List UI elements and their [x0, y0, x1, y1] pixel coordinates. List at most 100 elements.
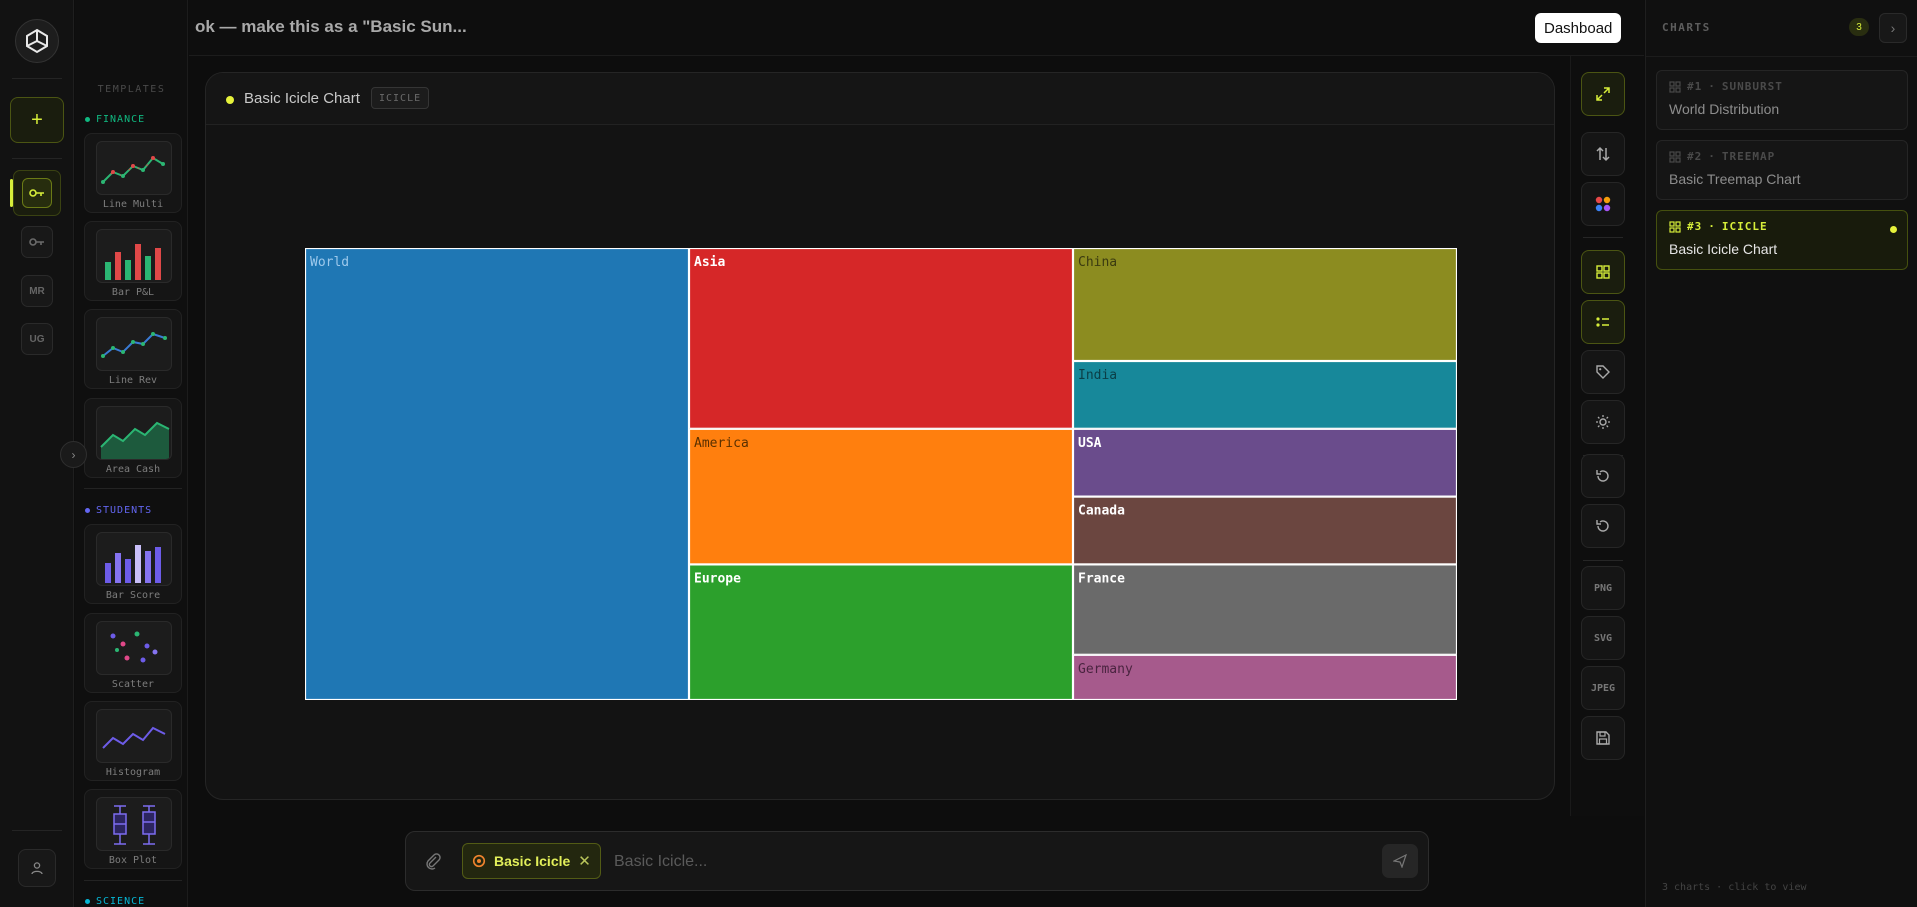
save-button[interactable] — [1581, 716, 1625, 760]
icicle-chart: World Asia China India America USA Canada Europ… — [305, 248, 1457, 700]
send-button[interactable] — [1382, 844, 1418, 878]
chart-number: #1 — [1687, 80, 1703, 93]
meta-separator: · — [1708, 150, 1716, 163]
chart-tools: PNG SVG JPEG — [1570, 56, 1644, 816]
template-thumbnail — [96, 141, 172, 195]
icicle-label-usa: USA — [1078, 436, 1102, 451]
workspace-ug[interactable]: UG — [21, 323, 53, 355]
app-logo[interactable] — [15, 19, 59, 63]
templates-title: TEMPLATES — [97, 84, 166, 95]
user-icon — [31, 862, 43, 875]
template-box-plot[interactable]: Box Plot — [84, 789, 182, 869]
chart-history-meta: #3 · ICICLE — [1669, 220, 1768, 233]
chart-number: #3 — [1687, 220, 1703, 233]
labels-toggle-button[interactable] — [1581, 350, 1625, 394]
icicle-label-europe: Europe — [694, 571, 741, 586]
template-label: Line Multi — [102, 199, 164, 210]
color-palette-button[interactable] — [1581, 182, 1625, 226]
icicle-label-china: China — [1078, 255, 1117, 270]
icicle-node-china[interactable] — [1072, 248, 1457, 362]
expand-icon — [1596, 87, 1610, 101]
category-students: STUDENTS — [85, 505, 152, 516]
icicle-node-usa[interactable] — [1072, 428, 1457, 497]
user-profile-button[interactable] — [18, 849, 56, 887]
template-thumbnail — [96, 406, 172, 460]
rail-divider — [12, 78, 62, 79]
logo-icon — [26, 28, 48, 54]
template-thumbnail — [96, 229, 172, 283]
workspace-mr[interactable]: MR — [21, 275, 53, 307]
prompt-input[interactable] — [614, 846, 1374, 878]
expand-templates-button[interactable]: › — [60, 441, 87, 468]
template-chip[interactable]: Basic Icicle ✕ — [462, 843, 601, 879]
chip-label: Basic Icicle — [494, 853, 571, 869]
charts-panel: CHARTS 3 › #1 · SUNBURST World Distributio… — [1645, 0, 1917, 907]
chart-history-item-1[interactable]: #1 · SUNBURST World Distribution — [1656, 70, 1908, 130]
template-histogram[interactable]: Histogram — [84, 701, 182, 781]
chart-canvas: Basic Icicle Chart ICICLE World Asia China… — [205, 72, 1555, 800]
icicle-label-canada: Canada — [1078, 504, 1125, 519]
chart-type: TREEMAP — [1721, 150, 1776, 163]
attach-icon[interactable] — [424, 852, 442, 870]
chart-history-item-3[interactable]: #3 · ICICLE Basic Icicle Chart — [1656, 210, 1908, 270]
export-png-button[interactable]: PNG — [1581, 566, 1625, 610]
theme-toggle-button[interactable] — [1581, 400, 1625, 444]
template-bar-pl[interactable]: Bar P&L — [84, 221, 182, 301]
chart-history-item-2[interactable]: #2 · TREEMAP Basic Treemap Chart — [1656, 140, 1908, 200]
icicle-node-india[interactable] — [1072, 360, 1457, 429]
fullscreen-button[interactable] — [1581, 72, 1625, 116]
template-thumbnail — [96, 621, 172, 675]
legend-toggle-button[interactable] — [1581, 300, 1625, 344]
template-area-cash[interactable]: Area Cash — [84, 398, 182, 478]
export-jpeg-button[interactable]: JPEG — [1581, 666, 1625, 710]
chart-title: Basic Icicle Chart — [244, 90, 360, 107]
new-chat-button[interactable]: + — [10, 97, 64, 143]
icicle-label-france: France — [1078, 571, 1125, 586]
template-line-rev[interactable]: Line Rev — [84, 309, 182, 389]
chart-header: Basic Icicle Chart ICICLE — [206, 73, 1554, 125]
key-icon — [29, 238, 44, 246]
conversation-title: ok — make this as a "Basic Sun... — [195, 17, 467, 36]
icicle-node-world[interactable] — [305, 248, 690, 700]
template-thumbnail — [96, 317, 172, 371]
chart-name: Basic Treemap Chart — [1669, 171, 1801, 187]
template-thumbnail — [96, 532, 172, 586]
grid-icon — [1596, 265, 1610, 279]
rail-divider — [12, 158, 62, 159]
chart-name: Basic Icicle Chart — [1669, 241, 1778, 257]
send-icon — [1393, 854, 1407, 868]
template-label: Box Plot — [108, 855, 158, 866]
icicle-node-canada[interactable] — [1072, 496, 1457, 565]
key-icon — [29, 189, 44, 197]
reset-icon — [1596, 520, 1609, 532]
icicle-node-asia[interactable] — [688, 248, 1074, 429]
chart-history-meta: #2 · TREEMAP — [1669, 150, 1775, 163]
icicle-node-europe[interactable] — [688, 564, 1074, 700]
target-icon — [472, 854, 486, 868]
swap-axes-button[interactable] — [1581, 132, 1625, 176]
collapse-panel-button[interactable]: › — [1879, 13, 1907, 43]
export-svg-button[interactable]: SVG — [1581, 616, 1625, 660]
category-label: STUDENTS — [96, 505, 153, 516]
chart-history-meta: #1 · SUNBURST — [1669, 80, 1783, 93]
template-scatter[interactable]: Scatter — [84, 613, 182, 693]
save-icon — [1596, 731, 1610, 745]
charts-panel-footer: 3 charts · click to view — [1662, 882, 1807, 893]
workspace-key-active[interactable] — [13, 170, 61, 216]
icicle-node-france[interactable] — [1072, 564, 1457, 655]
chart-type: SUNBURST — [1721, 80, 1783, 93]
workspace-key[interactable] — [21, 226, 53, 258]
template-bar-score[interactable]: Bar Score — [84, 524, 182, 604]
tools-divider — [1583, 560, 1623, 561]
icicle-label-india: India — [1078, 368, 1117, 383]
template-line-multi[interactable]: Line Multi — [84, 133, 182, 213]
tag-icon — [1596, 365, 1610, 379]
grid-toggle-button[interactable] — [1581, 250, 1625, 294]
dashboard-button[interactable]: Dashboad — [1535, 13, 1622, 43]
redo-button[interactable] — [1581, 504, 1625, 548]
rail-divider — [12, 830, 62, 831]
meta-separator: · — [1708, 80, 1716, 93]
undo-button[interactable] — [1581, 454, 1625, 498]
remove-chip-icon[interactable]: ✕ — [578, 852, 591, 870]
icicle-label-america: America — [694, 436, 749, 451]
